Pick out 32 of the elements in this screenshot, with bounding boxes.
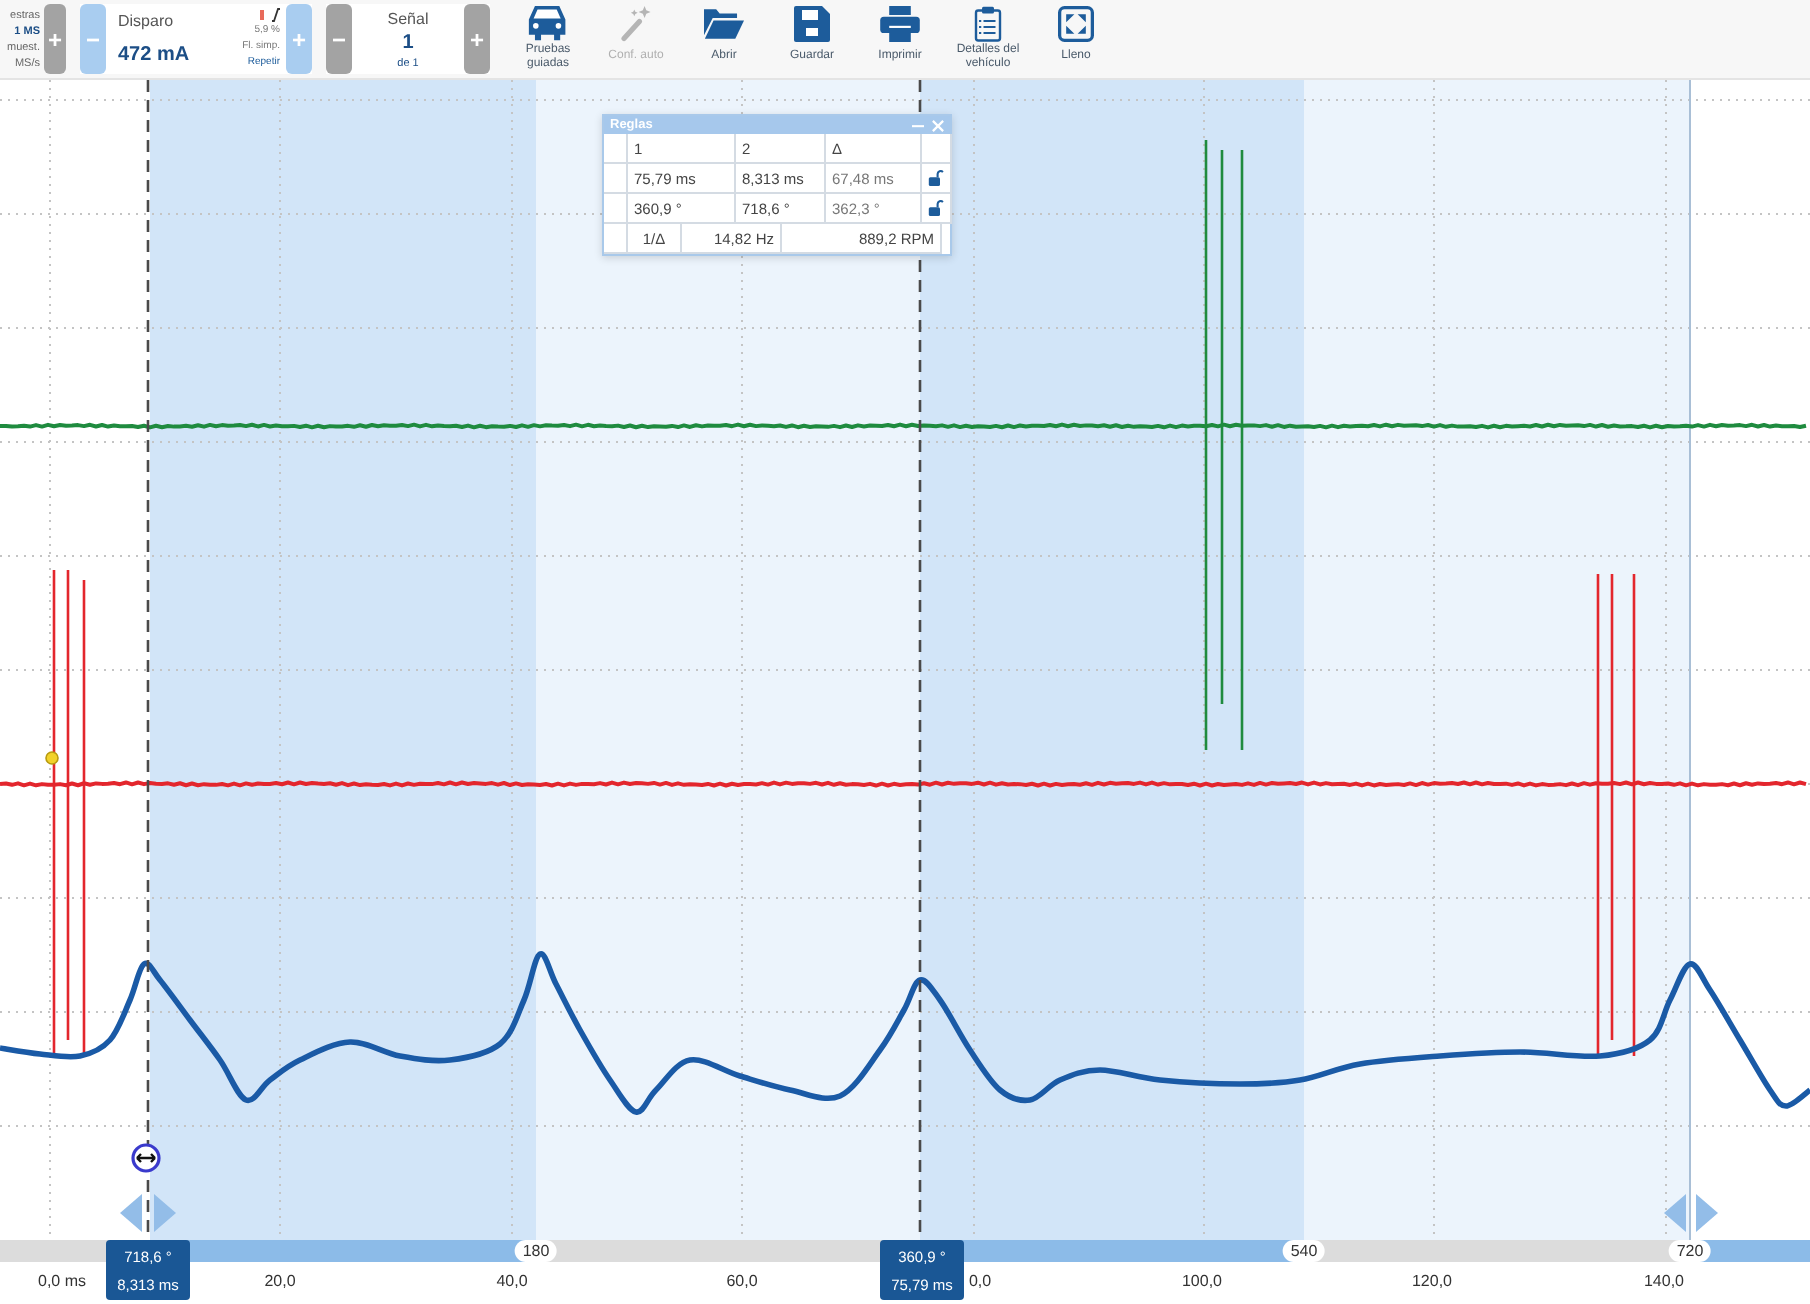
angle-label: 540: [1282, 1240, 1326, 1262]
padlock-icon[interactable]: [928, 170, 944, 186]
trigger-point-icon[interactable]: [45, 751, 59, 765]
trigger-label: Disparo: [118, 12, 176, 30]
drag-handle-icon[interactable]: [131, 1143, 161, 1173]
time-axis-label: 20,0: [264, 1272, 296, 1290]
folder-icon: [704, 5, 744, 41]
empty-cell: [604, 164, 628, 194]
time-axis-label: 0,0: [968, 1272, 992, 1290]
trigger-value[interactable]: 472 mA: [118, 44, 190, 66]
empty-cell: [604, 224, 628, 254]
angle-label: 180: [514, 1240, 558, 1262]
padlock-icon[interactable]: [928, 200, 944, 216]
time-axis-label: 60,0: [726, 1272, 758, 1290]
time-axis-label: 0,0 ms: [38, 1272, 86, 1290]
empty-cell: [604, 134, 628, 164]
time-axis-label: 100,0: [1181, 1272, 1223, 1290]
car-icon: [528, 5, 568, 41]
fullscreen-icon: [1056, 5, 1096, 41]
cursor-handle-icon[interactable]: [1664, 1194, 1718, 1232]
signal-label: Señal: [387, 10, 429, 28]
save-icon: [792, 5, 832, 41]
empty-cell: [604, 194, 628, 224]
signal-value[interactable]: 1: [402, 32, 414, 54]
time-axis-label: 120,0: [1411, 1272, 1453, 1290]
cursor-handle-icon[interactable]: [120, 1194, 176, 1232]
time-axis-label: 140,0: [1643, 1272, 1685, 1290]
printer-icon: [880, 5, 920, 41]
time-axis-label: 40,0: [496, 1272, 528, 1290]
rising-edge-icon: [272, 8, 280, 22]
channel-marker-icon: [260, 10, 264, 20]
angle-label: 720: [1668, 1240, 1712, 1262]
